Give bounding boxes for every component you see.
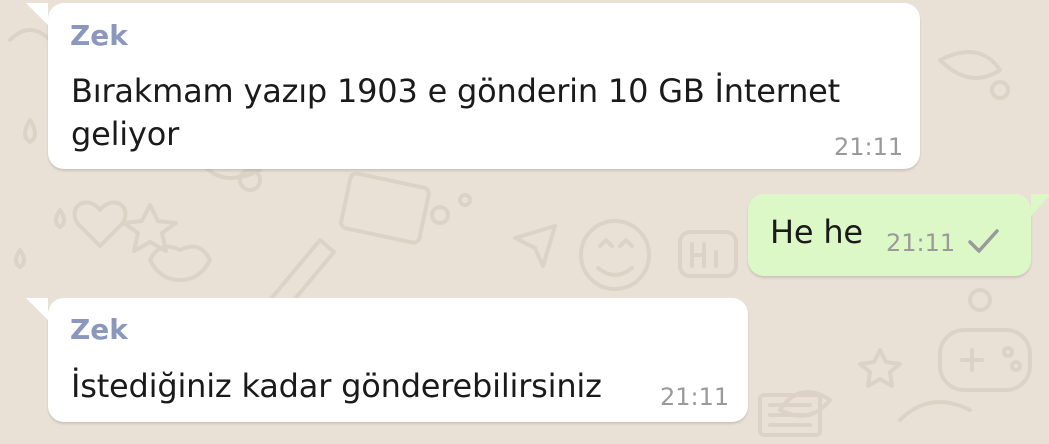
message-timestamp: 21:11: [834, 133, 904, 161]
sender-name[interactable]: Zek: [70, 20, 128, 52]
incoming-message-bubble[interactable]: Zek Bırakmam yazıp 1903 e gönderin 10 GB…: [26, 3, 920, 169]
incoming-message-bubble[interactable]: Zek İstediğiniz kadar gönderebilirsiniz …: [26, 298, 748, 422]
message-text: He he: [770, 213, 863, 251]
message-timestamp: 21:11: [886, 229, 956, 257]
message-text: İstediğiniz kadar gönderebilirsiniz: [71, 367, 602, 405]
message-text-line-2: geliyor: [71, 115, 180, 153]
sender-name[interactable]: Zek: [70, 314, 128, 346]
message-text-line-1: Bırakmam yazıp 1903 e gönderin 10 GB İnt…: [71, 72, 841, 110]
single-check-icon: [968, 229, 999, 253]
bubble-tail: [26, 298, 48, 320]
message-timestamp: 21:11: [660, 383, 730, 411]
bubble-tail: [26, 3, 48, 25]
outgoing-message-bubble[interactable]: He he 21:11: [748, 194, 1049, 276]
bubble-tail: [1031, 194, 1049, 216]
